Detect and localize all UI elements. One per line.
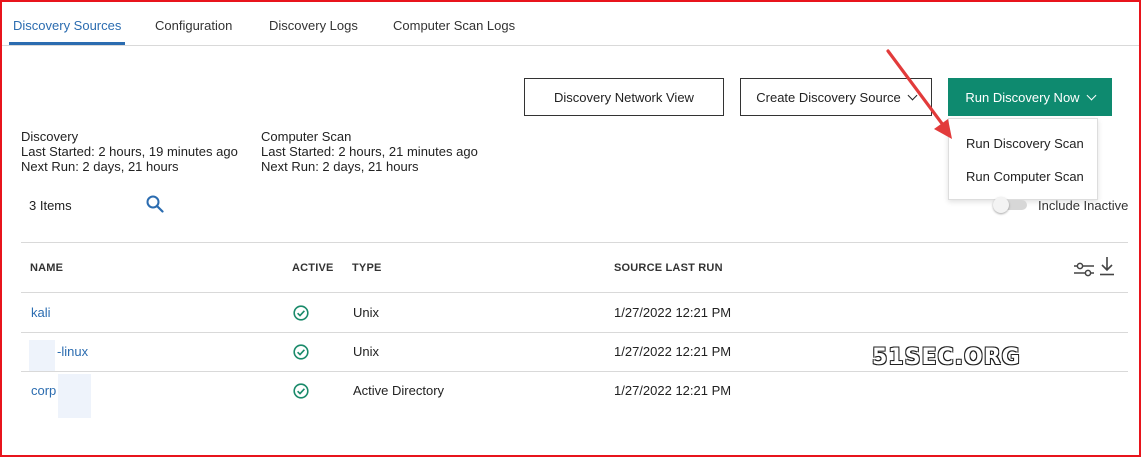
row-divider — [21, 371, 1128, 372]
discovery-next-run: Next Run: 2 days, 21 hours — [21, 159, 179, 174]
row-divider — [21, 332, 1128, 333]
redaction-block — [29, 340, 55, 372]
tab-configuration[interactable]: Configuration — [155, 18, 232, 33]
red-arrow-icon — [886, 49, 952, 139]
include-inactive-label: Include Inactive — [1038, 198, 1129, 213]
computer-scan-next-run: Next Run: 2 days, 21 hours — [261, 159, 419, 174]
discovery-info: Discovery Last Started: 2 hours, 19 minu… — [21, 129, 238, 174]
download-icon[interactable] — [1099, 256, 1115, 276]
active-tab-indicator — [9, 42, 125, 45]
search-icon[interactable] — [146, 195, 164, 213]
source-name-link[interactable]: kali — [31, 305, 51, 320]
computer-scan-info: Computer Scan Last Started: 2 hours, 21 … — [261, 129, 478, 174]
app-window: Discovery Sources Configuration Discover… — [0, 0, 1141, 457]
tab-discovery-sources[interactable]: Discovery Sources — [13, 18, 121, 33]
source-type: Unix — [353, 305, 380, 320]
sliders-icon[interactable] — [1073, 260, 1095, 278]
run-discovery-now-label: Run Discovery Now — [965, 89, 1080, 105]
source-name-link[interactable]: -linux — [57, 344, 88, 359]
menu-item-run-computer-scan[interactable]: Run Computer Scan — [966, 169, 1084, 184]
computer-scan-info-title: Computer Scan — [261, 129, 352, 144]
source-last-run: 1/27/2022 12:21 PM — [614, 344, 732, 359]
column-header-name[interactable]: NAME — [30, 262, 63, 274]
source-type: Unix — [353, 344, 380, 359]
source-type: Active Directory — [353, 383, 445, 398]
discovery-info-title: Discovery — [21, 129, 79, 144]
discovery-network-view-button[interactable]: Discovery Network View — [524, 78, 724, 116]
items-count: 3 Items — [29, 198, 72, 213]
include-inactive-toggle[interactable] — [993, 197, 1029, 213]
tab-bar: Discovery Sources Configuration Discover… — [2, 2, 1139, 46]
table-header-divider — [21, 292, 1128, 293]
tab-computer-scan-logs[interactable]: Computer Scan Logs — [393, 18, 515, 33]
chevron-down-icon — [1086, 90, 1097, 100]
computer-scan-last-started: Last Started: 2 hours, 21 minutes ago — [261, 144, 478, 159]
tab-discovery-logs[interactable]: Discovery Logs — [269, 18, 358, 33]
redaction-block — [58, 374, 91, 418]
run-discovery-now-button[interactable]: Run Discovery Now — [948, 78, 1112, 116]
column-header-type[interactable]: TYPE — [352, 262, 382, 274]
menu-item-run-discovery-scan[interactable]: Run Discovery Scan — [966, 136, 1084, 151]
check-circle-icon — [293, 305, 309, 321]
check-circle-icon — [293, 344, 309, 360]
source-last-run: 1/27/2022 12:21 PM — [614, 305, 732, 320]
source-last-run: 1/27/2022 12:21 PM — [614, 383, 732, 398]
column-header-active[interactable]: ACTIVE — [292, 262, 334, 274]
discovery-last-started: Last Started: 2 hours, 19 minutes ago — [21, 144, 238, 159]
check-circle-icon — [293, 383, 309, 399]
table-top-divider — [21, 242, 1128, 243]
run-discovery-menu: Run Discovery Scan Run Computer Scan — [948, 118, 1098, 200]
column-header-source-last-run[interactable]: SOURCE LAST RUN — [614, 262, 723, 274]
watermark: 51SEC.ORG — [872, 345, 1021, 370]
discovery-network-view-label: Discovery Network View — [554, 89, 694, 105]
toggle-knob — [993, 197, 1009, 213]
